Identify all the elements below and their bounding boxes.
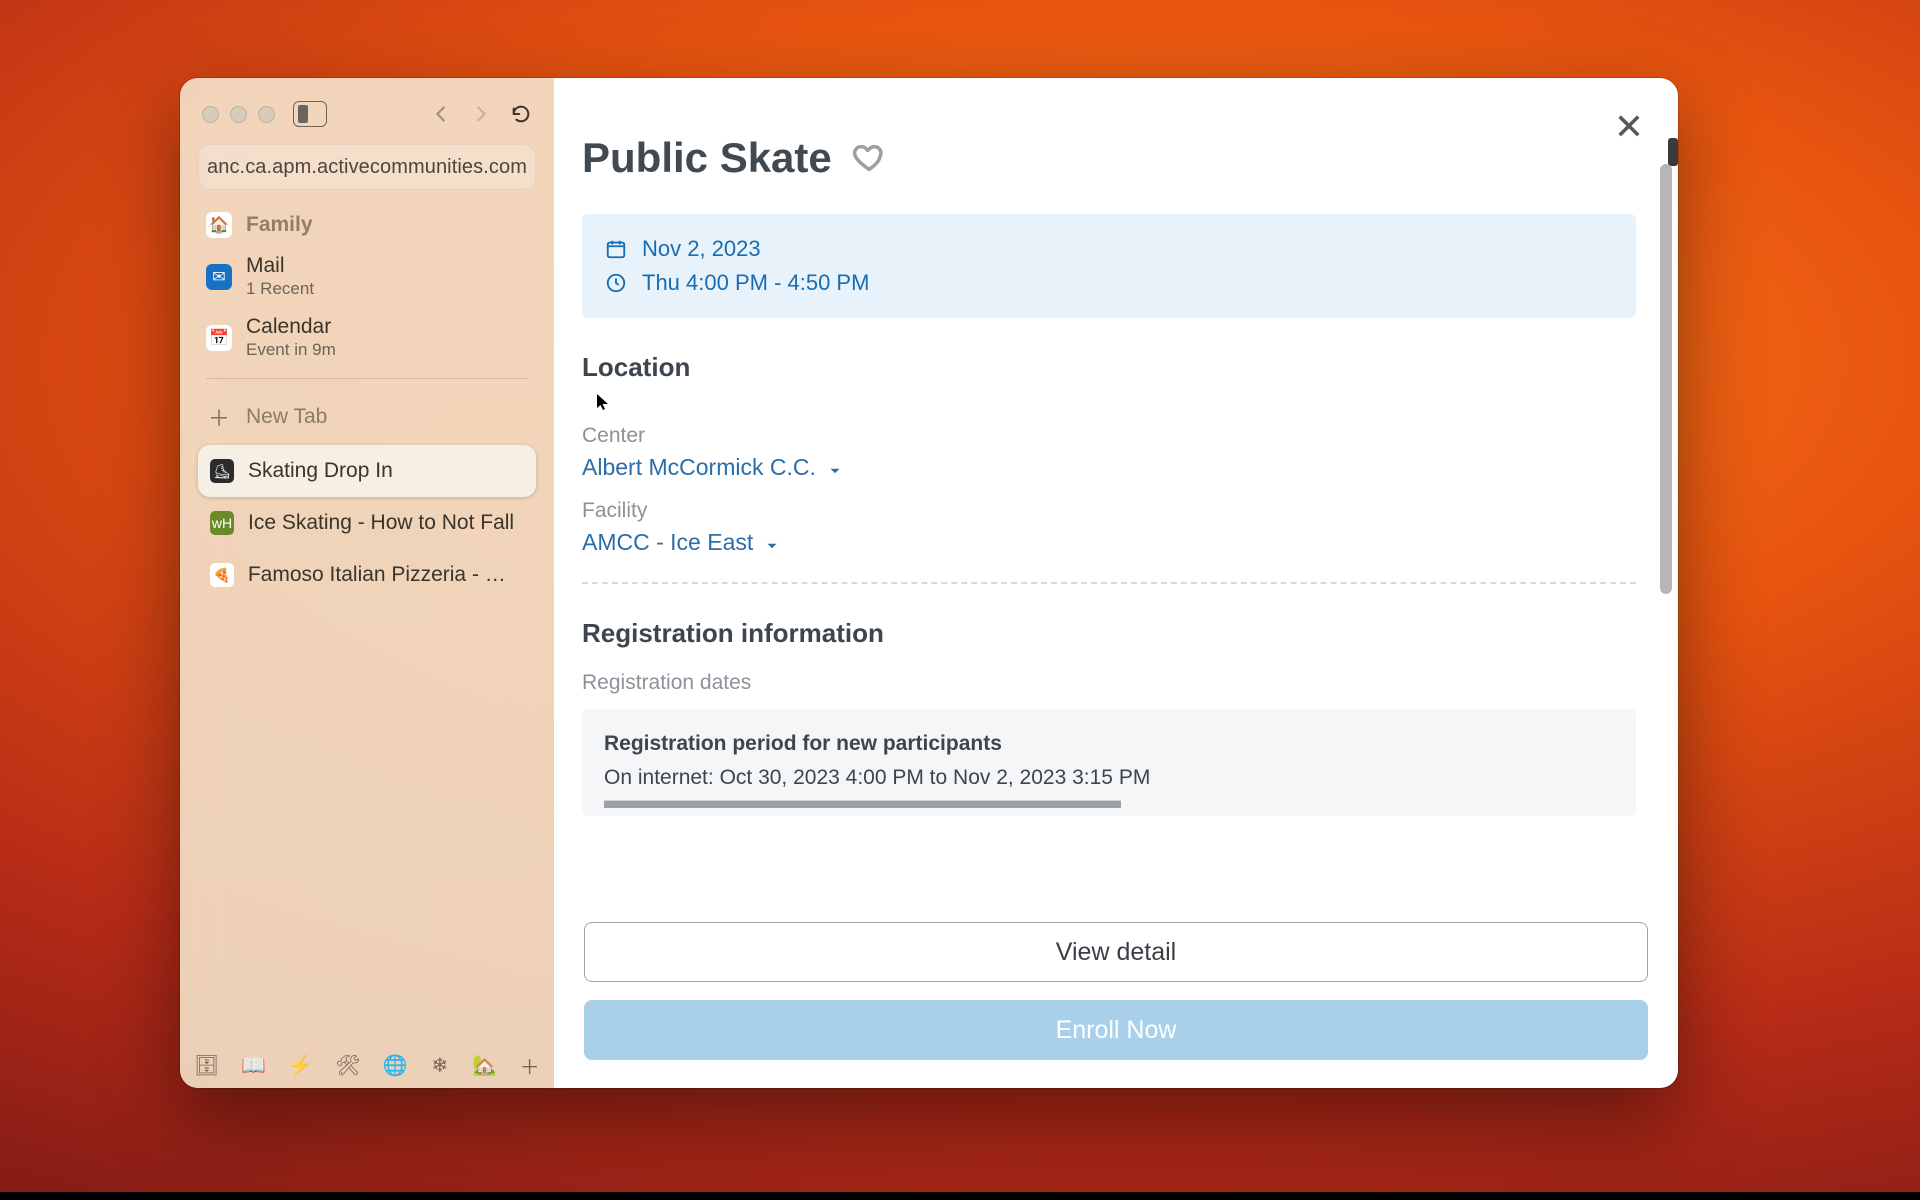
heart-icon: [852, 141, 886, 175]
library-icon[interactable]: 📖: [241, 1052, 266, 1078]
bolt-icon[interactable]: ⚡: [288, 1052, 313, 1078]
event-modal: ✕ Public Skate Nov 2, 2023: [554, 78, 1678, 1088]
location-heading: Location: [582, 352, 1636, 383]
tab-ice-skating-howto[interactable]: wH Ice Skating - How to Not Fall: [198, 497, 536, 549]
center-label: Center: [582, 424, 1636, 448]
calendar-icon: 📅: [206, 325, 232, 351]
enroll-now-button[interactable]: Enroll Now: [584, 1000, 1648, 1060]
new-tab-button[interactable]: ＋ New Tab: [198, 389, 536, 445]
favicon-icon: 🍕: [210, 563, 234, 587]
address-bar[interactable]: anc.ca.apm.activecommunities.com: [198, 144, 536, 190]
registration-period-heading: Registration period for new participants: [604, 727, 1614, 761]
tab-skating-drop-in[interactable]: ⛸ Skating Drop In: [198, 445, 536, 497]
favorite-button[interactable]: [852, 141, 886, 175]
home-icon[interactable]: 🏡: [472, 1052, 497, 1078]
scrollbar-thumb[interactable]: [1660, 164, 1672, 594]
facility-value-link[interactable]: AMCC - Ice East: [582, 529, 1636, 556]
registration-heading: Registration information: [582, 618, 1636, 649]
house-icon: 🏠: [206, 212, 232, 238]
archive-icon[interactable]: 🗄: [194, 1052, 219, 1078]
content-pane: ✕ Public Skate Nov 2, 2023: [554, 78, 1678, 1088]
registration-dates-label: Registration dates: [582, 671, 1636, 695]
event-date: Nov 2, 2023: [642, 236, 761, 262]
modal-scroll-area[interactable]: Public Skate Nov 2, 2023 Thu 4:00 PM -: [554, 78, 1678, 908]
registration-internet-line: On internet: Oct 30, 2023 4:00 PM to Nov…: [604, 761, 1614, 795]
registration-cutoff-line: ▇▇▇▇▇▇▇▇▇▇▇▇▇▇▇▇▇▇▇▇▇▇▇▇▇▇▇▇▇▇▇▇: [604, 794, 1614, 808]
clock-icon: [604, 271, 628, 295]
sidebar-pinned-family[interactable]: 🏠 Family: [198, 204, 536, 246]
snowflake-icon[interactable]: ❄: [430, 1052, 451, 1078]
browser-window: anc.ca.apm.activecommunities.com 🏠 Famil…: [180, 78, 1678, 1088]
sidebar: anc.ca.apm.activecommunities.com 🏠 Famil…: [180, 78, 554, 1088]
calendar-icon: [604, 237, 628, 261]
window-toolbar: [192, 92, 542, 136]
add-space-icon[interactable]: ＋: [519, 1052, 540, 1078]
back-button[interactable]: [426, 99, 456, 129]
center-value-link[interactable]: Albert McCormick C.C.: [582, 454, 1636, 481]
scrollbar-track[interactable]: [1668, 138, 1678, 166]
favicon-icon: ⛸: [210, 459, 234, 483]
globe-icon[interactable]: 🌐: [383, 1052, 408, 1078]
address-bar-text: anc.ca.apm.activecommunities.com: [207, 156, 527, 179]
registration-period-box: Registration period for new participants…: [582, 709, 1636, 816]
event-title: Public Skate: [582, 134, 832, 182]
forward-button[interactable]: [466, 99, 496, 129]
minimize-window-icon[interactable]: [230, 106, 247, 123]
tab-famoso-pizzeria[interactable]: 🍕 Famoso Italian Pizzeria - W…: [198, 549, 536, 601]
modal-actions: View detail Enroll Now: [554, 908, 1678, 1088]
facility-label: Facility: [582, 499, 1636, 523]
date-time-box: Nov 2, 2023 Thu 4:00 PM - 4:50 PM: [582, 214, 1636, 318]
favicon-icon: wH: [210, 511, 234, 535]
plus-icon: ＋: [208, 401, 230, 433]
reload-button[interactable]: [506, 99, 536, 129]
chevron-down-icon: [763, 534, 781, 552]
close-window-icon[interactable]: [202, 106, 219, 123]
tools-icon[interactable]: 🛠: [335, 1052, 360, 1078]
zoom-window-icon[interactable]: [258, 106, 275, 123]
mail-icon: ✉: [206, 264, 232, 290]
view-detail-button[interactable]: View detail: [584, 922, 1648, 982]
event-time: Thu 4:00 PM - 4:50 PM: [642, 270, 869, 296]
cursor-icon: [596, 393, 610, 416]
chevron-down-icon: [826, 459, 844, 477]
sidebar-toggle-icon[interactable]: [293, 101, 327, 127]
sidebar-bottom-toolbar: 🗄 📖 ⚡ 🛠 🌐 ❄ 🏡 ＋: [194, 1052, 540, 1078]
sidebar-pinned-mail[interactable]: ✉ Mail 1 Recent: [198, 246, 536, 307]
sidebar-pinned-calendar[interactable]: 📅 Calendar Event in 9m: [198, 307, 536, 368]
traffic-lights[interactable]: [202, 106, 275, 123]
